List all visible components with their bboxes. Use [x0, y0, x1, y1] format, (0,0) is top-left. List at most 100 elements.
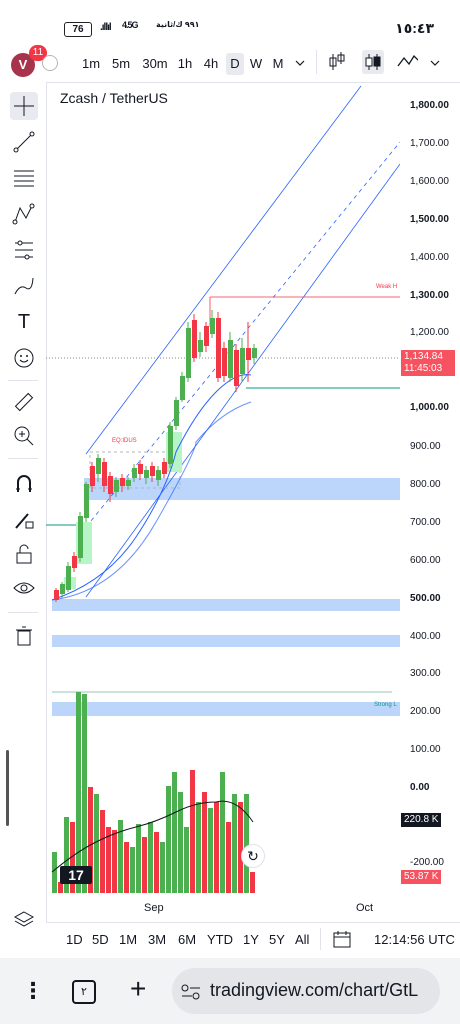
new-tab-plus-icon[interactable]: +	[130, 974, 146, 1004]
candle-body[interactable]	[78, 516, 83, 558]
timeframe-5m[interactable]: 5m	[108, 53, 134, 75]
volume-bar	[100, 810, 105, 893]
channel-upper[interactable]	[85, 85, 362, 455]
candle-body[interactable]	[144, 470, 149, 478]
indicators-icon[interactable]	[396, 50, 418, 74]
candle-body[interactable]	[228, 340, 233, 378]
volume-bar	[226, 822, 231, 893]
trash-icon[interactable]	[10, 622, 38, 650]
candle-body[interactable]	[90, 466, 95, 486]
candle-body[interactable]	[84, 484, 89, 518]
candle-body[interactable]	[234, 350, 239, 386]
zoom-in-icon[interactable]	[10, 422, 38, 450]
timeframe-30m[interactable]: 30m	[139, 53, 171, 75]
chart-canvas[interactable]: Weak H EQ:IDUS Strong L	[46, 82, 400, 897]
trendline-icon[interactable]	[10, 128, 38, 156]
range-6m[interactable]: 6M	[178, 932, 196, 947]
candle-body[interactable]	[192, 320, 197, 358]
bar-style-icon[interactable]	[326, 50, 348, 74]
demand-zone[interactable]	[84, 478, 400, 500]
timeframe-4h[interactable]: 4h	[200, 53, 222, 75]
url-text[interactable]: tradingview.com/chart/GtL	[210, 980, 418, 1001]
candle-body[interactable]	[168, 426, 173, 464]
candle-body[interactable]	[216, 318, 221, 378]
time-axis[interactable]: Sep Oct	[46, 897, 460, 921]
candle-body[interactable]	[72, 556, 77, 568]
candle-body[interactable]	[138, 464, 143, 474]
candle-body[interactable]	[156, 470, 161, 480]
utc-clock[interactable]: 12:14:56 UTC	[374, 932, 455, 947]
candle-body[interactable]	[246, 348, 251, 360]
candle-body[interactable]	[126, 480, 131, 486]
lock-drawing-pen-icon[interactable]	[10, 506, 38, 534]
range-1d[interactable]: 1D	[66, 932, 83, 947]
text-tool-icon[interactable]: T	[10, 308, 38, 336]
demand-zone-lower[interactable]	[52, 599, 400, 611]
object-tree-layers-icon[interactable]	[10, 906, 38, 934]
volume-bar	[196, 802, 201, 893]
candle-body[interactable]	[108, 476, 113, 494]
candle-body[interactable]	[114, 480, 119, 492]
range-3m[interactable]: 3M	[148, 932, 166, 947]
eye-icon[interactable]	[10, 574, 38, 602]
candle-body[interactable]	[174, 400, 179, 426]
candle-body[interactable]	[186, 328, 191, 378]
candle-body[interactable]	[198, 340, 203, 352]
range-5y[interactable]: 5Y	[269, 932, 285, 947]
price-scale[interactable]: 1,800.00 1,700.00 1,600.00 1,500.00 1,400.00…	[400, 82, 460, 897]
candle-body[interactable]	[240, 348, 245, 374]
moving-average-line-2	[51, 401, 252, 601]
prediction-icon[interactable]	[10, 236, 38, 264]
timeframe-d[interactable]: D	[226, 53, 244, 75]
candle-body[interactable]	[222, 348, 227, 376]
channel-lower[interactable]	[85, 163, 400, 598]
brush-icon[interactable]	[10, 272, 38, 300]
pattern-icon[interactable]	[10, 200, 38, 228]
timeframe-m[interactable]: M	[268, 53, 288, 75]
candle-body[interactable]	[96, 458, 101, 474]
goto-date-calendar-icon[interactable]	[332, 929, 352, 949]
tabs-button[interactable]: ٢	[72, 980, 96, 1004]
timeframe-1m[interactable]: 1m	[78, 53, 104, 75]
indicators-chevron-icon[interactable]	[430, 58, 440, 68]
demand-zone-bottom[interactable]	[52, 635, 400, 647]
candle-body[interactable]	[60, 584, 65, 594]
candle-body[interactable]	[132, 468, 137, 478]
candle-body[interactable]	[210, 318, 215, 334]
chart-pane[interactable]: Weak H EQ:IDUS Strong L Zcash / TetherUS…	[46, 82, 400, 897]
candle-body[interactable]	[120, 478, 125, 486]
candle-body[interactable]	[150, 466, 155, 476]
emoji-icon[interactable]	[10, 344, 38, 372]
reset-chart-icon[interactable]: ↻	[241, 844, 265, 868]
range-ytd[interactable]: YTD	[207, 932, 233, 947]
candle-body[interactable]	[162, 462, 167, 474]
candle-body[interactable]	[102, 462, 107, 486]
candle-body[interactable]	[252, 348, 257, 358]
magnet-icon[interactable]	[10, 470, 38, 498]
fib-retracement-icon[interactable]	[10, 164, 38, 192]
candle-body[interactable]	[180, 376, 185, 400]
sync-toggle-icon[interactable]	[42, 55, 58, 71]
timeframe-1h[interactable]: 1h	[174, 53, 196, 75]
candle-body[interactable]	[54, 590, 59, 600]
timeframe-w[interactable]: W	[246, 53, 266, 75]
candle-body[interactable]	[204, 326, 209, 346]
tradingview-logo[interactable]: 17	[60, 866, 92, 884]
candle-body[interactable]	[66, 566, 71, 590]
ruler-icon[interactable]	[10, 388, 38, 416]
network-type: 4.5G	[122, 20, 138, 30]
range-1m[interactable]: 1M	[119, 932, 137, 947]
strong-low-zone[interactable]	[52, 702, 400, 716]
crosshair-icon[interactable]	[10, 92, 38, 120]
range-5d[interactable]: 5D	[92, 932, 109, 947]
symbol-title[interactable]: Zcash / TetherUS	[60, 90, 168, 106]
site-settings-icon[interactable]	[180, 982, 202, 1002]
scroll-handle[interactable]	[6, 750, 9, 826]
timeframe-dropdown-chevron-icon[interactable]	[295, 58, 305, 68]
menu-dots-icon[interactable]: ⋮	[22, 980, 44, 1002]
lock-icon[interactable]	[10, 540, 38, 568]
range-all[interactable]: All	[295, 932, 309, 947]
candles-icon[interactable]	[362, 50, 384, 74]
range-1y[interactable]: 1Y	[243, 932, 259, 947]
price-label: 500.00	[410, 593, 441, 604]
